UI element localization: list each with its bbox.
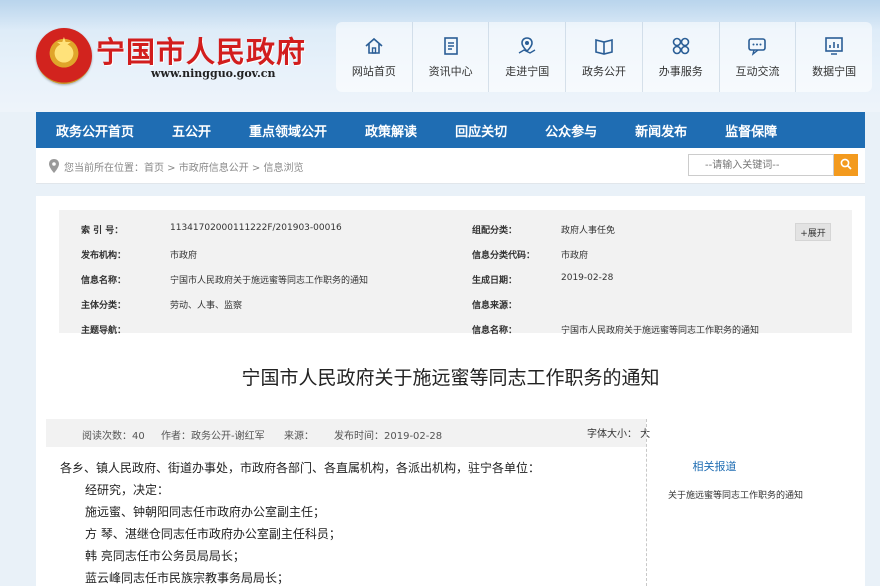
nav-policy-interpretation[interactable]: 政策解读 <box>346 121 436 140</box>
body-paragraph: 韩 亮同志任市公务员局局长； <box>85 549 245 563</box>
meta-label: 信息分类代码： <box>472 251 536 261</box>
home-icon <box>365 37 383 54</box>
search-input[interactable] <box>688 154 834 176</box>
national-emblem-logo <box>36 28 92 84</box>
column-divider <box>646 419 647 586</box>
font-size-control[interactable]: 字体大小： 大 <box>587 425 650 440</box>
meta-label: 信息名称： <box>472 326 518 336</box>
location-icon <box>49 159 59 173</box>
body-paragraph: 施远蜜、钟朝阳同志任市政府办公室副主任； <box>85 505 326 519</box>
meta-label: 信息名称： <box>81 276 127 286</box>
quick-nav: 网站首页 资讯中心 走进宁国 政务公开 办事服务 互动交流 数据宁国 <box>336 22 872 92</box>
nav-response[interactable]: 回应关切 <box>436 121 526 140</box>
grid-icon <box>672 37 690 55</box>
quick-nav-news[interactable]: 资讯中心 <box>413 22 490 92</box>
meta-label: 生成日期： <box>472 276 518 286</box>
search-icon <box>840 158 852 170</box>
site-title[interactable]: 宁国市人民政府 <box>96 29 306 71</box>
search-button[interactable] <box>834 154 858 176</box>
quick-nav-label: 走进宁国 <box>505 65 550 78</box>
publish-time: 发布时间：2019-02-28 <box>334 431 443 442</box>
meta-value: 劳动、人事、监察 <box>170 301 243 311</box>
meta-value: 宁国市人民政府关于施远蜜等同志工作职务的通知 <box>170 276 369 286</box>
quick-nav-data[interactable]: 数据宁国 <box>796 22 872 92</box>
meta-label: 发布机构： <box>81 251 127 261</box>
nav-key-areas[interactable]: 重点领域公开 <box>230 121 346 140</box>
article-info-bar: 阅读次数：40 作者：政务公开-谢红军 来源： 发布时间：2019-02-28 … <box>46 419 650 447</box>
body-paragraph: 蓝云峰同志任市民族宗教事务局局长； <box>85 571 290 585</box>
nav-press[interactable]: 新闻发布 <box>616 121 706 140</box>
meta-label: 索 引 号： <box>81 226 124 236</box>
open-book-icon <box>595 38 613 55</box>
quick-nav-label: 互动交流 <box>735 65 780 78</box>
source: 来源： <box>284 431 314 442</box>
content-card: 索 引 号： 11341702000111222F/201903-00016 发… <box>36 196 865 586</box>
quick-nav-label: 资讯中心 <box>428 65 473 78</box>
related-news-item[interactable]: 关于施远蜜等同志工作职务的通知 <box>668 488 803 501</box>
breadcrumb-bar: 您当前所在位置：首页 > 市政府信息公开 > 信息浏览 <box>36 148 865 184</box>
related-news-title: 相关报道 <box>692 460 737 473</box>
quick-nav-interact[interactable]: 互动交流 <box>720 22 797 92</box>
meta-value: 市政府 <box>561 251 589 261</box>
meta-label: 主题导航： <box>81 326 127 336</box>
main-nav: 政务公开首页 五公开 重点领域公开 政策解读 回应关切 公众参与 新闻发布 监督… <box>36 112 865 148</box>
breadcrumb[interactable]: 您当前所在位置：首页 > 市政府信息公开 > 信息浏览 <box>64 159 303 174</box>
expand-button[interactable]: +展开 <box>795 223 831 241</box>
meta-value: 11341702000111222F/201903-00016 <box>170 223 342 233</box>
body-paragraph: 经研究，决定： <box>85 483 170 497</box>
document-title: 宁国市人民政府关于施远蜜等同志工作职务的通知 <box>241 367 660 389</box>
author: 作者：政务公开-谢红军 <box>161 431 265 442</box>
nav-supervision[interactable]: 监督保障 <box>706 121 796 140</box>
meta-label: 组配分类： <box>472 226 518 236</box>
quick-nav-open-gov[interactable]: 政务公开 <box>566 22 643 92</box>
document-icon <box>443 37 458 55</box>
meta-value: 市政府 <box>170 251 198 261</box>
site-url: www.ningguo.gov.cn <box>151 67 276 80</box>
map-pin-icon <box>518 37 536 54</box>
meta-value: 宁国市人民政府关于施远蜜等同志工作职务的通知 <box>561 326 760 336</box>
bar-chart-icon <box>825 37 843 55</box>
body-paragraph: 方 琴、湛继仓同志任市政府办公室副主任科员； <box>85 527 341 541</box>
body-paragraph: 各乡、镇人民政府、街道办事处，市政府各部门、各直属机构，各派出机构，驻宁各单位： <box>60 461 541 475</box>
quick-nav-about[interactable]: 走进宁国 <box>489 22 567 92</box>
meta-value: 2019-02-28 <box>561 273 614 283</box>
metadata-table: 索 引 号： 11341702000111222F/201903-00016 发… <box>59 210 852 336</box>
quick-nav-services[interactable]: 办事服务 <box>643 22 720 92</box>
meta-value: 政府人事任免 <box>561 226 616 236</box>
nav-participation[interactable]: 公众参与 <box>526 121 616 140</box>
quick-nav-label: 网站首页 <box>351 65 396 78</box>
read-count: 阅读次数：40 <box>82 431 145 442</box>
quick-nav-label: 政务公开 <box>582 65 627 78</box>
chat-icon <box>748 38 767 56</box>
quick-nav-label: 数据宁国 <box>812 65 857 78</box>
meta-label: 信息来源： <box>472 301 518 311</box>
quick-nav-home[interactable]: 网站首页 <box>336 22 413 92</box>
nav-five-open[interactable]: 五公开 <box>153 121 230 140</box>
meta-label: 主体分类： <box>81 301 127 311</box>
quick-nav-label: 办事服务 <box>658 65 703 78</box>
nav-open-gov-home[interactable]: 政务公开首页 <box>36 121 153 140</box>
